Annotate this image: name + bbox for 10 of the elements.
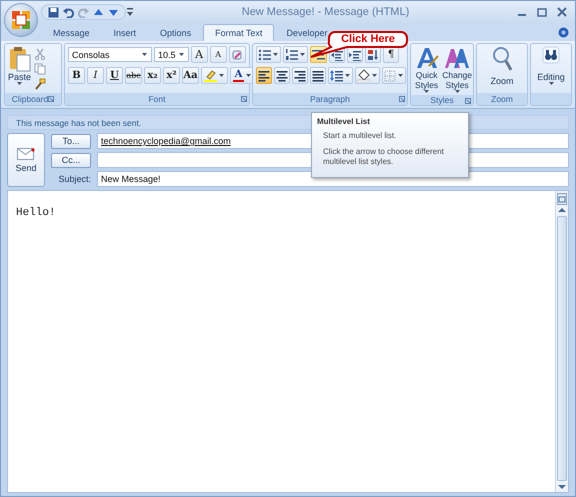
group-label: Styles [430,95,454,105]
group-label: Font [148,94,166,104]
group-label: Zoom [491,94,513,104]
tooltip-text: Click the arrow to choose different multilevel list styles. [322,147,445,167]
group-label: Paragraph [310,94,350,104]
tooltip-title: Multilevel List [317,117,371,126]
window-title: New Message! - Message (HTML) [240,6,410,18]
subject-label: Subject: [57,174,91,184]
tooltip-text: Start a multilevel list. [322,131,398,141]
group-label: Clipboard [12,94,48,104]
